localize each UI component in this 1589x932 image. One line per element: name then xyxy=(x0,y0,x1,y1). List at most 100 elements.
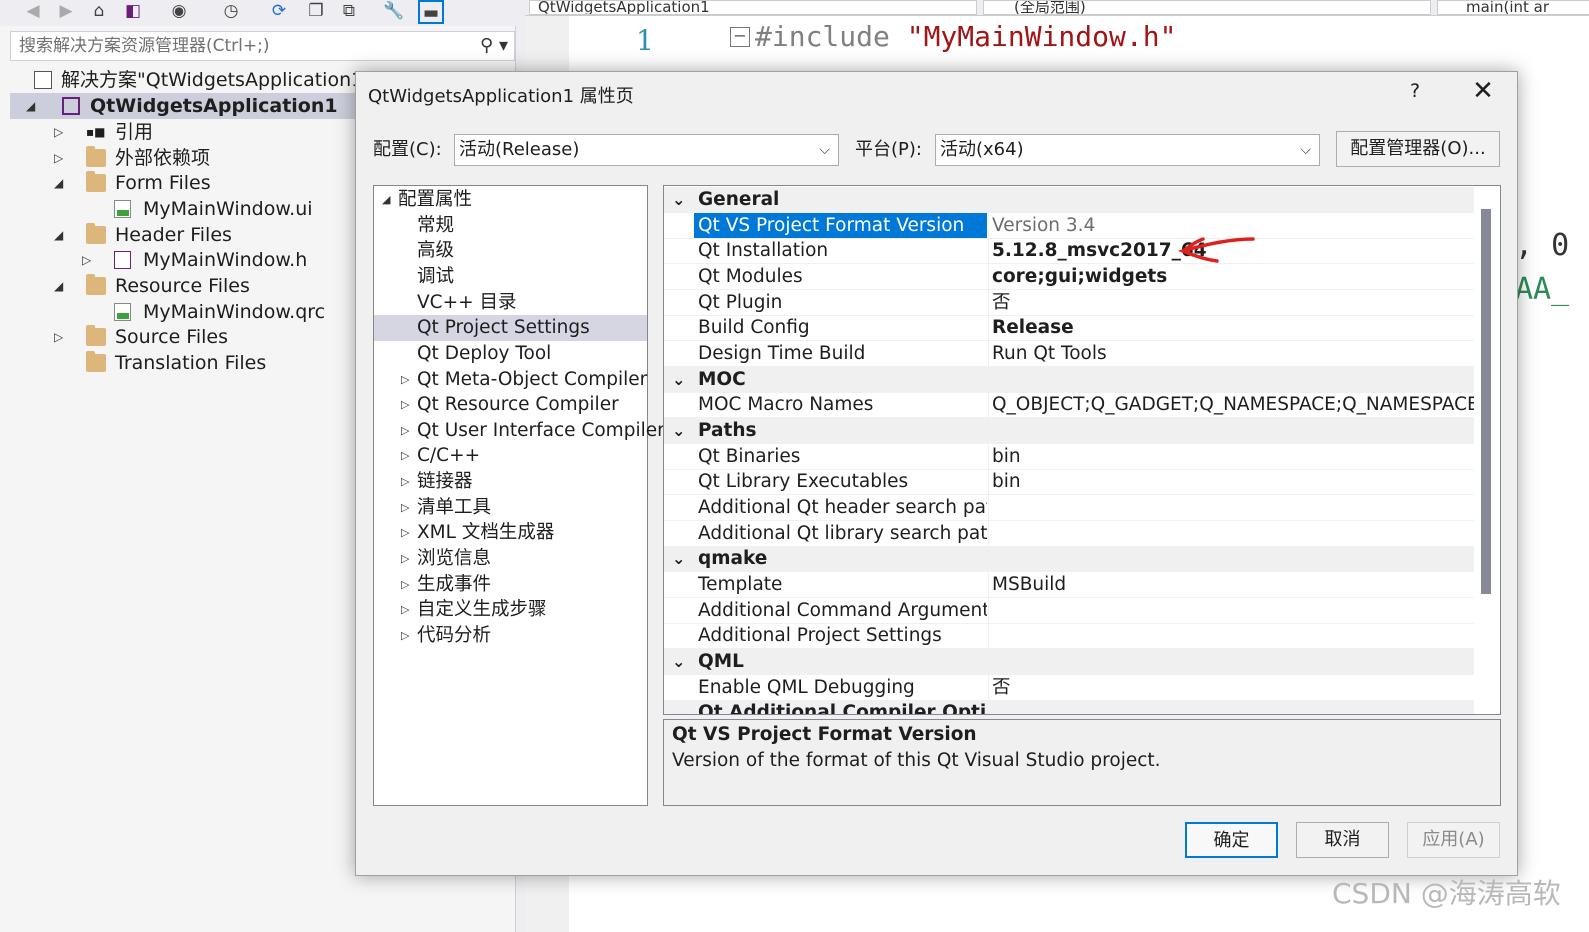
property-row[interactable]: Additional Qt library search paths xyxy=(664,521,1474,547)
collapsed-triangle-icon[interactable]: ▷ xyxy=(82,247,91,273)
platform-select[interactable]: 活动(x64) ⌵ xyxy=(935,134,1320,166)
collapsed-triangle-icon[interactable]: ▷ xyxy=(401,546,409,571)
collapsed-triangle-icon[interactable]: ▷ xyxy=(401,520,409,545)
tree-root[interactable]: ◢ 配置属性 xyxy=(374,187,647,213)
collapsed-triangle-icon[interactable]: ▷ xyxy=(401,392,409,417)
tree-item[interactable]: 调试 xyxy=(374,264,647,290)
expanded-triangle-icon[interactable]: ◢ xyxy=(54,222,63,248)
vs-switch-icon[interactable]: ◧ xyxy=(122,0,144,22)
fold-toggle-icon[interactable]: − xyxy=(730,27,750,47)
wrench-icon[interactable]: 🔧 xyxy=(383,0,405,22)
tree-item[interactable]: ▷ Qt User Interface Compiler xyxy=(374,418,665,444)
property-value[interactable] xyxy=(988,623,1474,648)
property-value[interactable] xyxy=(988,495,1474,520)
chevron-down-icon[interactable]: ⌄ xyxy=(672,700,685,714)
tree-item[interactable]: 常规 xyxy=(374,213,647,239)
collapsed-triangle-icon[interactable]: ▷ xyxy=(401,597,409,622)
property-value[interactable] xyxy=(988,598,1474,623)
pending-changes-icon[interactable]: ◷ xyxy=(220,0,242,22)
tree-item[interactable]: ▷ XML 文档生成器 xyxy=(374,520,647,546)
collapsed-triangle-icon[interactable]: ▷ xyxy=(54,324,63,350)
chevron-down-icon[interactable]: ⌄ xyxy=(672,546,685,571)
forward-icon[interactable]: ▶ xyxy=(55,0,77,22)
property-row[interactable]: Qt Modules core;gui;widgets xyxy=(664,264,1474,290)
cancel-button[interactable]: 取消 xyxy=(1296,822,1389,858)
tree-item[interactable]: ▷ 自定义生成步骤 xyxy=(374,597,647,623)
chevron-down-icon[interactable]: ⌄ xyxy=(672,187,685,212)
collapsed-triangle-icon[interactable]: ▷ xyxy=(54,145,63,171)
property-value[interactable]: bin xyxy=(988,444,1474,469)
expanded-triangle-icon[interactable]: ◢ xyxy=(54,273,63,299)
property-value[interactable]: Run Qt Tools xyxy=(988,341,1474,366)
tree-item[interactable]: ▷ Qt Meta-Object Compiler xyxy=(374,367,647,393)
back-icon[interactable]: ◀ xyxy=(22,0,44,22)
tree-item[interactable]: 高级 xyxy=(374,238,647,264)
chevron-down-icon[interactable]: ⌄ xyxy=(672,418,685,443)
property-row[interactable]: Qt Binaries bin xyxy=(664,444,1474,470)
copy-icon[interactable]: ⧉ xyxy=(338,0,360,22)
property-value[interactable]: MSBuild xyxy=(988,572,1474,597)
collapsed-triangle-icon[interactable]: ▷ xyxy=(401,443,409,468)
grid-scrollbar-thumb[interactable] xyxy=(1481,209,1491,594)
chevron-down-icon[interactable]: ⌄ xyxy=(672,367,685,392)
help-button[interactable]: ? xyxy=(1403,80,1427,102)
code-line[interactable]: #include "MyMainWindow.h" xyxy=(755,20,1176,53)
category-general[interactable]: ⌄ General xyxy=(664,187,1474,213)
collapsed-triangle-icon[interactable]: ▷ xyxy=(401,495,409,520)
category-extra-options[interactable]: ⌄ Qt Additional Compiler Options xyxy=(664,700,1474,714)
property-row[interactable]: Qt Library Executables bin xyxy=(664,469,1474,495)
sync-icon[interactable]: ⟳ xyxy=(268,0,290,22)
tree-item[interactable]: ▷ 链接器 xyxy=(374,469,647,495)
expanded-triangle-icon[interactable]: ◢ xyxy=(382,187,390,212)
tree-item[interactable]: ▷ C/C++ xyxy=(374,443,647,469)
apply-button[interactable]: 应用(A) xyxy=(1407,822,1500,858)
tree-item[interactable]: ▷ 清单工具 xyxy=(374,495,647,521)
property-row[interactable]: Qt VS Project Format Version Version 3.4 xyxy=(664,213,1474,239)
config-select[interactable]: 活动(Release) ⌵ xyxy=(454,134,839,166)
tree-item[interactable]: ▷ Qt Resource Compiler xyxy=(374,392,647,418)
member-dropdown[interactable]: main(int ar xyxy=(1437,0,1589,15)
property-row[interactable]: Build Config Release xyxy=(664,315,1474,341)
category-paths[interactable]: ⌄ Paths xyxy=(664,418,1474,444)
expanded-triangle-icon[interactable]: ◢ xyxy=(54,170,63,196)
tree-item[interactable]: VC++ 目录 xyxy=(374,290,647,316)
property-value[interactable]: 否 xyxy=(988,290,1474,315)
category-qml[interactable]: ⌄ QML xyxy=(664,649,1474,675)
collapsed-triangle-icon[interactable]: ▷ xyxy=(54,119,63,145)
tree-item-selected[interactable]: Qt Project Settings xyxy=(374,315,647,341)
tree-item[interactable]: ▷ 生成事件 xyxy=(374,572,647,598)
close-button[interactable]: ✕ xyxy=(1466,76,1500,106)
project-dropdown[interactable]: QtWidgetsApplication1 xyxy=(529,0,977,15)
tree-item[interactable]: Qt Deploy Tool xyxy=(374,341,647,367)
category-moc[interactable]: ⌄ MOC xyxy=(664,367,1474,393)
collapsed-triangle-icon[interactable]: ▷ xyxy=(401,469,409,494)
property-row[interactable]: Additional Command Arguments xyxy=(664,598,1474,624)
tree-item[interactable]: ▷ 代码分析 xyxy=(374,623,647,649)
collapsed-triangle-icon[interactable]: ▷ xyxy=(401,367,409,392)
property-row[interactable]: Additional Qt header search paths xyxy=(664,495,1474,521)
property-row[interactable]: Qt Plugin 否 xyxy=(664,290,1474,316)
scope-dropdown[interactable]: (全局范围) xyxy=(983,0,1431,15)
search-icon[interactable]: ⚲ ▾ xyxy=(480,32,508,60)
property-row[interactable]: Design Time Build Run Qt Tools xyxy=(664,341,1474,367)
property-value[interactable]: Q_OBJECT;Q_GADGET;Q_NAMESPACE;Q_NAMESPAC… xyxy=(988,392,1474,417)
preview-icon[interactable]: ▬ xyxy=(418,0,444,24)
property-value[interactable]: 否 xyxy=(988,675,1474,700)
property-row[interactable]: Qt Installation 5.12.8_msvc2017_64 xyxy=(664,238,1474,264)
solution-search-input[interactable]: 搜索解决方案资源管理器(Ctrl+;) ⚲ ▾ xyxy=(10,31,515,61)
tree-item[interactable]: ▷ 浏览信息 xyxy=(374,546,647,572)
property-row[interactable]: MOC Macro Names Q_OBJECT;Q_GADGET;Q_NAMES… xyxy=(664,392,1474,418)
expanded-triangle-icon[interactable]: ◢ xyxy=(26,93,35,119)
property-row[interactable]: Enable QML Debugging 否 xyxy=(664,675,1474,701)
property-value[interactable]: bin xyxy=(988,469,1474,494)
home-icon[interactable]: ⌂ xyxy=(88,0,110,22)
globe-icon[interactable]: ◉ xyxy=(168,0,190,22)
collapsed-triangle-icon[interactable]: ▷ xyxy=(401,623,409,648)
ok-button[interactable]: 确定 xyxy=(1185,822,1278,858)
property-value[interactable]: Release xyxy=(988,315,1474,340)
property-row[interactable]: Additional Project Settings xyxy=(664,623,1474,649)
collapsed-triangle-icon[interactable]: ▷ xyxy=(401,418,409,443)
property-row[interactable]: Template MSBuild xyxy=(664,572,1474,598)
chevron-down-icon[interactable]: ⌄ xyxy=(672,649,685,674)
collapse-icon[interactable]: ❐ xyxy=(305,0,327,22)
